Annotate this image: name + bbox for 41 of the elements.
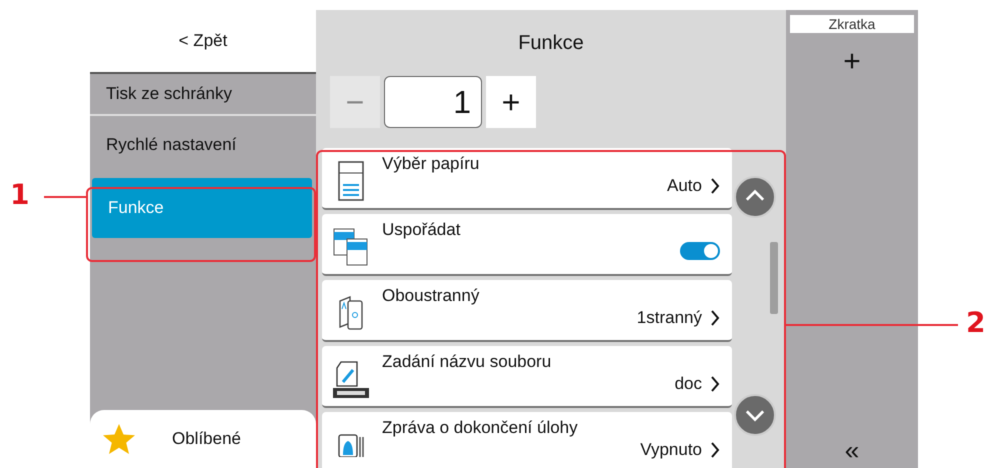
- sidebar-item[interactable]: Rychlé nastavení: [90, 116, 316, 174]
- setting-title: Oboustranný: [382, 286, 480, 306]
- copies-field[interactable]: 1: [384, 76, 482, 128]
- add-shortcut-button[interactable]: +: [833, 45, 871, 79]
- setting-title: Uspořádat: [382, 220, 460, 240]
- star-icon: [102, 423, 136, 455]
- setting-value: doc: [674, 374, 702, 394]
- leader-line: [44, 196, 88, 198]
- setting-title: Zpráva o dokončení úlohy: [382, 418, 578, 438]
- scroll-up-icon[interactable]: [734, 176, 776, 218]
- scrollbar[interactable]: [770, 242, 778, 314]
- chevron-right-icon: [710, 441, 720, 459]
- setting-title: Zadání názvu souboru: [382, 352, 552, 372]
- scroll-down-icon[interactable]: [734, 394, 776, 436]
- setting-card[interactable]: Uspořádat: [322, 214, 732, 274]
- increase-button[interactable]: +: [486, 76, 536, 128]
- setting-card[interactable]: Zpráva o dokončení úlohy Vypnuto: [322, 412, 732, 468]
- setting-title: Výběr papíru: [382, 154, 480, 174]
- back-button[interactable]: < Zpět: [90, 10, 316, 74]
- collate-icon: [333, 228, 369, 266]
- setting-value: Auto: [667, 176, 702, 196]
- notification-icon: [337, 433, 365, 457]
- chevron-right-icon: [710, 309, 720, 327]
- file-name-icon: [333, 360, 369, 398]
- setting-card[interactable]: Zadání názvu souboru doc: [322, 346, 732, 406]
- panel-title: Funkce: [517, 30, 585, 56]
- favorites-button[interactable]: Oblíbené: [90, 410, 316, 468]
- callout-number: 1: [10, 178, 30, 211]
- setting-value: Vypnuto: [640, 440, 702, 460]
- duplex-icon: [338, 295, 364, 331]
- toggle-switch[interactable]: [680, 242, 720, 260]
- chevron-right-icon: [710, 375, 720, 393]
- collapse-button[interactable]: «: [834, 435, 870, 466]
- chevron-right-icon: [710, 177, 720, 195]
- paper-icon: [338, 161, 364, 201]
- shortcut-label: Zkratka: [790, 15, 914, 33]
- callout-number: 2: [966, 306, 986, 339]
- favorites-label: Oblíbené: [172, 429, 241, 449]
- setting-card[interactable]: Oboustranný 1stranný: [322, 280, 732, 340]
- setting-value: 1stranný: [636, 308, 702, 328]
- setting-card[interactable]: Výběr papíru Auto: [322, 148, 732, 208]
